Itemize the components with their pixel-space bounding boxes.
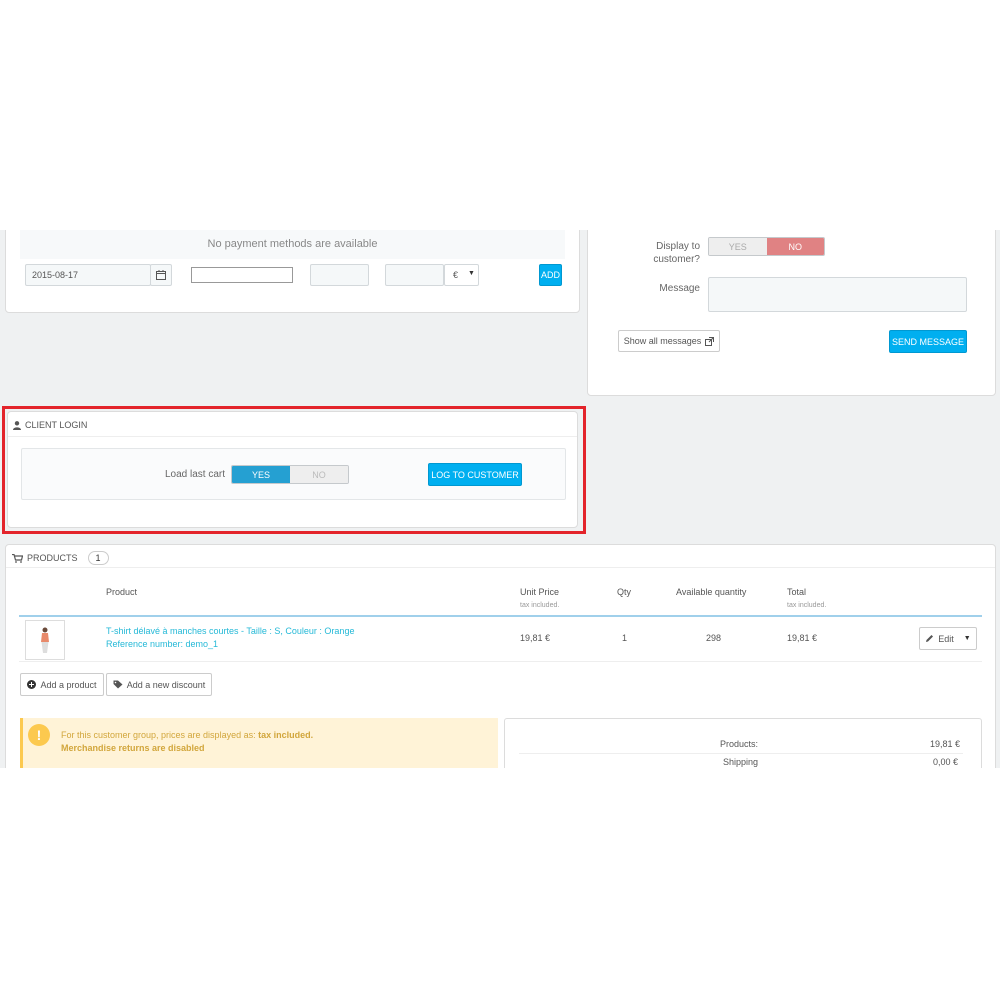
display-toggle-no[interactable]: NO xyxy=(766,238,824,255)
tag-icon xyxy=(113,680,123,689)
add-discount-label: Add a new discount xyxy=(126,679,206,690)
column-product: Product xyxy=(106,587,138,597)
tax-notice-line2: Merchandise returns are disabled xyxy=(61,743,205,753)
product-reference: Reference number: demo_1 xyxy=(106,639,219,649)
warning-icon: ! xyxy=(28,724,50,746)
payment-date-input[interactable]: 2015-08-17 xyxy=(25,264,151,286)
tax-notice: ! For this customer group, prices are di… xyxy=(20,718,498,768)
cart-icon xyxy=(12,553,23,563)
load-cart-toggle-yes[interactable]: YES xyxy=(232,466,290,483)
load-last-cart-toggle[interactable]: YES NO xyxy=(231,465,349,484)
add-payment-button[interactable]: ADD xyxy=(539,264,562,286)
display-label-line2: customer? xyxy=(653,254,700,265)
product-unit-price: 19,81 € xyxy=(520,633,551,643)
totals-shipping-value: 0,00 € xyxy=(933,757,959,767)
payment-date-value: 2015-08-17 xyxy=(32,270,79,280)
message-textarea[interactable] xyxy=(708,277,967,312)
messages-panel: Display to customer? YES NO Message Show… xyxy=(587,230,996,396)
client-login-divider xyxy=(8,436,577,437)
display-label-line1: Display to xyxy=(656,241,700,252)
column-unit-price: Unit Price tax included. xyxy=(520,587,559,609)
calendar-icon xyxy=(156,270,166,280)
user-icon xyxy=(13,420,21,430)
products-header: PRODUCTS 1 xyxy=(12,551,109,565)
column-total-sub: tax included. xyxy=(787,602,827,609)
add-product-label: Add a product xyxy=(40,679,97,690)
products-count-badge: 1 xyxy=(87,551,109,565)
send-message-button[interactable]: SEND MESSAGE xyxy=(889,330,967,353)
column-unit-price-label: Unit Price xyxy=(520,587,560,597)
tax-notice-strong: tax included. xyxy=(258,730,314,740)
product-total: 19,81 € xyxy=(787,633,818,643)
client-login-form: Load last cart YES NO LOG TO CUSTOMER xyxy=(21,448,566,500)
tshirt-model-icon xyxy=(41,627,49,653)
payment-empty-row: No payment methods are available xyxy=(20,230,565,259)
totals-products-value: 19,81 € xyxy=(930,739,961,749)
screenshot-area: No payment methods are available 2015-08… xyxy=(0,230,1000,768)
tax-notice-line1: For this customer group, prices are disp… xyxy=(61,730,313,740)
message-label: Message xyxy=(659,283,700,294)
table-row: T-shirt délavé à manches courtes - Taill… xyxy=(19,617,982,662)
transaction-id-input[interactable] xyxy=(310,264,369,286)
edit-label: Edit xyxy=(938,633,954,644)
product-name-link[interactable]: T-shirt délavé à manches courtes - Taill… xyxy=(106,626,354,636)
select-caret-icon: ▼ xyxy=(468,270,475,277)
products-header-divider xyxy=(6,567,995,568)
show-all-messages-label: Show all messages xyxy=(623,336,702,346)
client-login-panel: CLIENT LOGIN Load last cart YES NO LOG T… xyxy=(7,411,578,528)
product-qty: 1 xyxy=(622,633,628,643)
external-link-icon xyxy=(705,336,715,346)
currency-value: € xyxy=(453,270,459,280)
add-discount-button[interactable]: Add a new discount xyxy=(106,673,212,696)
tax-notice-prefix: For this customer group, prices are disp… xyxy=(61,730,256,740)
payment-empty-text: No payment methods are available xyxy=(207,238,378,250)
display-to-customer-label: Display to customer? xyxy=(640,240,700,266)
amount-input[interactable] xyxy=(385,264,444,286)
display-to-customer-toggle[interactable]: YES NO xyxy=(708,237,825,256)
caret-down-icon[interactable]: ▼ xyxy=(964,635,971,642)
payment-method-input[interactable] xyxy=(191,267,293,283)
totals-divider xyxy=(519,753,963,754)
totals-shipping-label: Shipping xyxy=(723,757,759,767)
totals-products-label: Products: xyxy=(720,739,759,749)
display-toggle-yes[interactable]: YES xyxy=(709,238,767,255)
column-unit-price-sub: tax included. xyxy=(520,602,560,609)
product-thumbnail xyxy=(25,620,65,660)
pencil-icon xyxy=(926,635,934,642)
totals-panel: Products: 19,81 € Shipping 0,00 € xyxy=(504,718,982,768)
product-available: 298 xyxy=(706,633,722,643)
payment-panel: No payment methods are available 2015-08… xyxy=(5,230,580,313)
currency-select[interactable]: € ▼ xyxy=(444,264,479,286)
products-title: PRODUCTS xyxy=(27,553,78,563)
edit-product-button[interactable]: Edit ▼ xyxy=(919,627,977,650)
column-total: Total tax included. xyxy=(787,587,826,609)
load-cart-toggle-no[interactable]: NO xyxy=(290,466,348,483)
client-login-header: CLIENT LOGIN xyxy=(13,420,87,430)
column-total-label: Total xyxy=(787,587,807,597)
calendar-button[interactable] xyxy=(150,264,172,286)
show-all-messages-button[interactable]: Show all messages xyxy=(618,330,720,352)
plus-circle-icon xyxy=(27,680,37,689)
log-to-customer-button[interactable]: LOG TO CUSTOMER xyxy=(428,463,522,486)
column-qty: Qty xyxy=(617,587,632,597)
load-last-cart-label: Load last cart xyxy=(165,469,226,480)
client-login-title: CLIENT LOGIN xyxy=(25,420,88,430)
add-product-button[interactable]: Add a product xyxy=(20,673,104,696)
products-panel: PRODUCTS 1 Product Unit Price tax includ… xyxy=(5,544,996,768)
column-available-quantity: Available quantity xyxy=(676,587,747,597)
